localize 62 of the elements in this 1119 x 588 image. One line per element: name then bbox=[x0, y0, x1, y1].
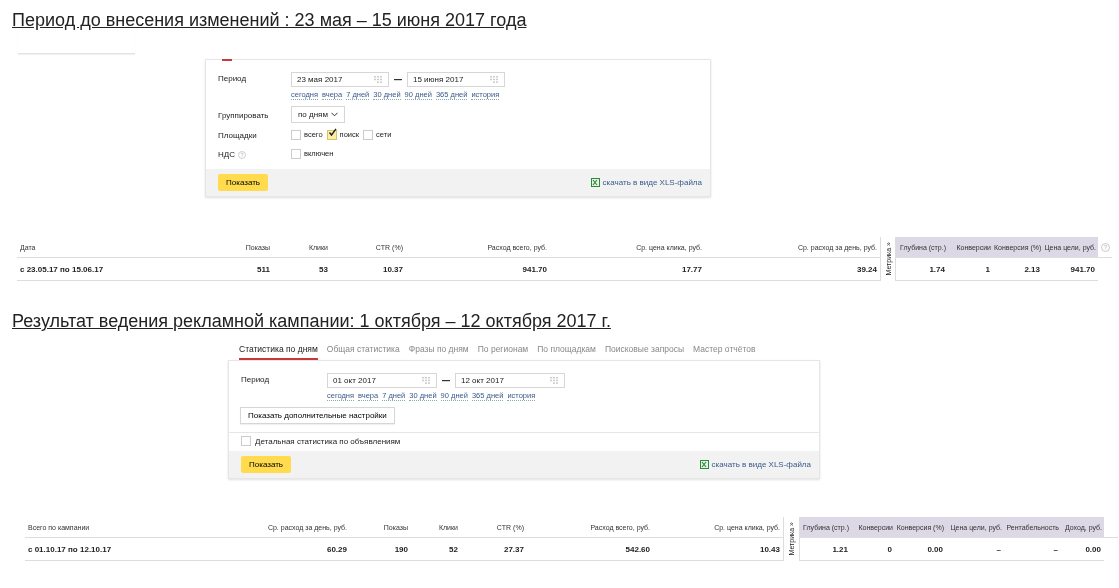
report-tab[interactable]: По регионам bbox=[477, 344, 529, 360]
table-cell: 0 bbox=[851, 538, 895, 561]
help-icon[interactable] bbox=[1100, 242, 1110, 252]
checkbox[interactable] bbox=[326, 129, 337, 140]
chevron-icon bbox=[330, 112, 338, 117]
field-label: НДС bbox=[218, 148, 291, 159]
field-label: Площадки bbox=[218, 130, 258, 140]
group-select[interactable]: по дням bbox=[291, 106, 345, 123]
table-cell: 1 bbox=[948, 258, 993, 281]
checkbox-label: Детальная статистика по объявлениям bbox=[255, 436, 401, 446]
calendar-icon bbox=[374, 76, 383, 83]
section-heading: Результат ведения рекламной кампании: 1 октября – 12 октября 2017 г. bbox=[12, 310, 611, 332]
table-cell: 511 bbox=[217, 258, 273, 281]
download-link[interactable]: скачать в виде XLS-файла bbox=[711, 460, 811, 469]
checkbox[interactable] bbox=[363, 129, 374, 140]
table-cell: 52 bbox=[411, 538, 461, 561]
table-cell: 0.00 bbox=[895, 538, 946, 561]
section-heading: Период до внесения изменений : 23 мая – 15 июня 2017 года bbox=[12, 9, 527, 31]
show-button[interactable]: Показать bbox=[241, 456, 291, 473]
help-icon[interactable] bbox=[238, 150, 246, 159]
calendar-icon bbox=[490, 76, 499, 83]
table-cell: – bbox=[946, 538, 1004, 561]
table-cell: 1.74 bbox=[896, 258, 948, 281]
table-cell: с 01.10.17 по 12.10.17 bbox=[25, 538, 225, 561]
table-cell: с 23.05.17 по 15.06.17 bbox=[17, 258, 217, 281]
table-cell: 17.77 bbox=[550, 258, 705, 281]
checkbox[interactable] bbox=[291, 129, 301, 140]
field-label: Период bbox=[218, 73, 248, 83]
spreadsheet-icon bbox=[699, 460, 709, 469]
table-cell: 53 bbox=[273, 258, 331, 281]
report-tab[interactable]: Общая статистика bbox=[326, 344, 400, 360]
spreadsheet-icon bbox=[590, 178, 600, 187]
dash-icon bbox=[394, 78, 402, 81]
calendar-icon bbox=[422, 377, 431, 384]
date-field[interactable]: 12 окт 2017 bbox=[455, 373, 565, 388]
table-cell: 941.70 bbox=[1043, 258, 1098, 281]
report-tab[interactable]: По площадкам bbox=[537, 344, 596, 360]
more-settings-button[interactable]: Показать дополнительные настройки bbox=[240, 407, 395, 424]
report-tab[interactable]: Поисковые запросы bbox=[604, 344, 685, 360]
checkbox[interactable] bbox=[241, 436, 251, 446]
field-label: Период bbox=[241, 374, 271, 384]
download-link[interactable]: скачать в виде XLS-файла bbox=[602, 178, 702, 187]
table-cell: 1.21 bbox=[800, 538, 851, 561]
table-cell: 542.60 bbox=[527, 538, 653, 561]
table-cell: 2.13 bbox=[993, 258, 1043, 281]
table-cell: 60.29 bbox=[225, 538, 350, 561]
checkbox[interactable] bbox=[291, 148, 301, 159]
table-cell: – bbox=[1004, 538, 1061, 561]
show-button[interactable]: Показать bbox=[218, 174, 268, 191]
calendar-icon bbox=[550, 377, 559, 384]
report-tab[interactable]: Мастер отчётов bbox=[693, 344, 756, 360]
table-cell: 0.00 bbox=[1061, 538, 1104, 561]
date-field[interactable]: 23 мая 2017 bbox=[291, 72, 389, 87]
report-tab[interactable]: Фразы по дням bbox=[408, 344, 469, 360]
field-label: Группировать bbox=[218, 110, 270, 120]
table-cell: 941.70 bbox=[406, 258, 550, 281]
table-cell: 10.37 bbox=[331, 258, 406, 281]
dash-icon bbox=[442, 379, 450, 382]
date-field[interactable]: 01 окт 2017 bbox=[327, 373, 437, 388]
table-cell: 190 bbox=[350, 538, 411, 561]
date-field[interactable]: 15 июня 2017 bbox=[407, 72, 505, 87]
table-cell: 27.37 bbox=[461, 538, 527, 561]
